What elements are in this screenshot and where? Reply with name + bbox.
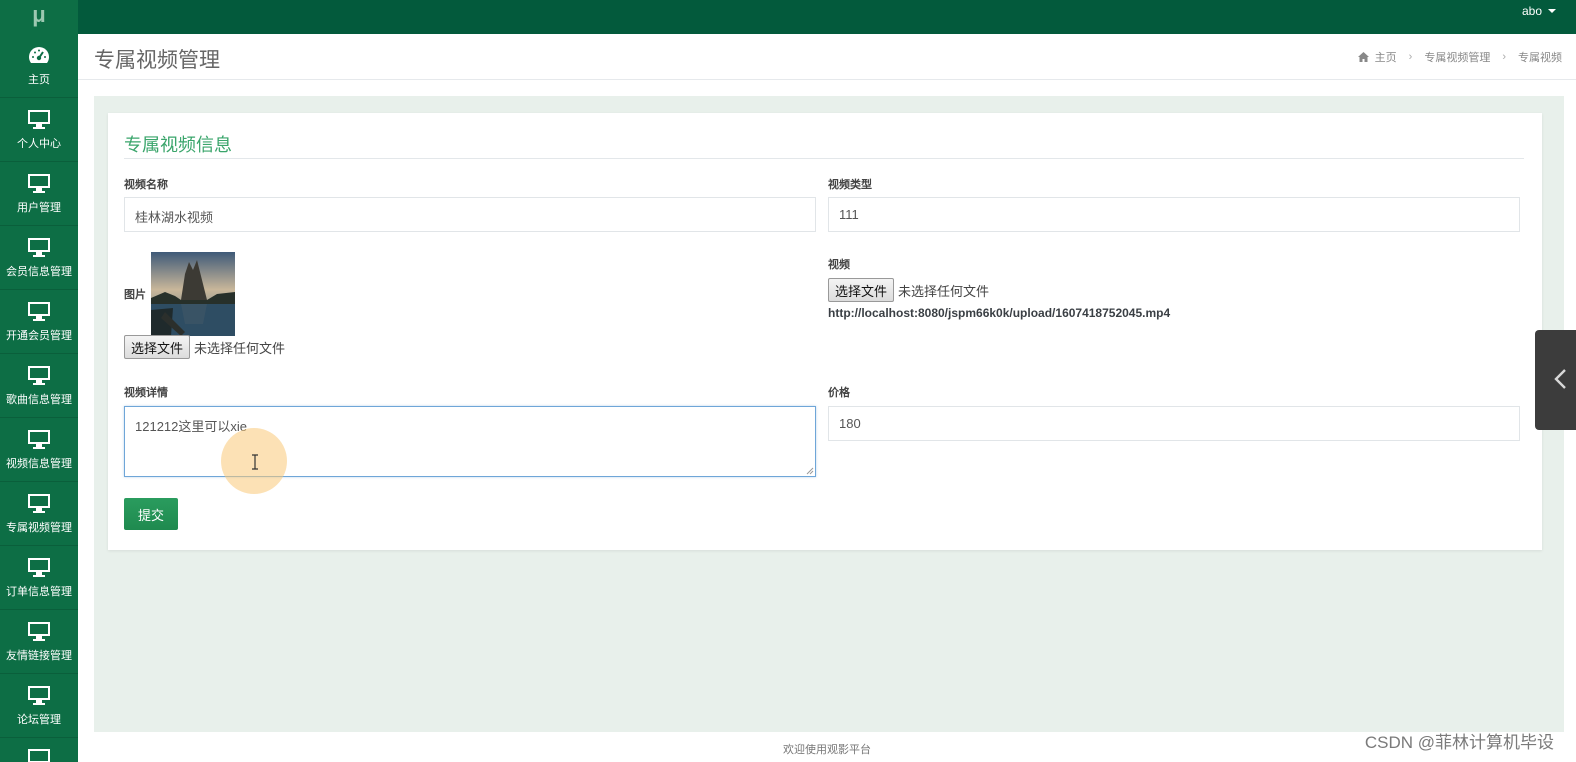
breadcrumb-separator-icon: › — [1502, 51, 1506, 63]
video-type-input[interactable]: 111 — [828, 197, 1520, 232]
breadcrumb-home[interactable]: 主页 — [1375, 49, 1397, 65]
monitor-icon — [28, 429, 50, 449]
monitor-icon — [28, 173, 50, 193]
top-navbar — [0, 0, 1576, 34]
footer: 欢迎使用观影平台 — [78, 738, 1576, 762]
monitor-icon — [28, 109, 50, 129]
monitor-icon — [28, 557, 50, 577]
video-choose-file-button[interactable]: 选择文件 — [828, 278, 895, 302]
sidebar-item-label: 专属视频管理 — [6, 521, 72, 534]
dashboard-icon — [29, 46, 49, 63]
resize-grip-icon[interactable] — [806, 467, 814, 475]
sidebar-item-video-info[interactable]: 视频信息管理 — [0, 418, 78, 482]
sidebar-item-label: 订单信息管理 — [6, 585, 72, 598]
sidebar-item-exclusive-video[interactable]: 专属视频管理 — [0, 482, 78, 546]
video-detail-label: 视频详情 — [124, 387, 168, 399]
app-logo[interactable]: μ — [0, 0, 78, 34]
page-title: 专属视频管理 — [94, 49, 220, 72]
user-menu[interactable]: abo — [1522, 4, 1556, 18]
sidebar-item-member-info[interactable]: 会员信息管理 — [0, 226, 78, 290]
user-name: abo — [1521, 4, 1542, 18]
price-label: 价格 — [828, 387, 850, 399]
image-file-picker[interactable]: 选择文件 未选择任何文件 — [124, 335, 285, 359]
sidebar-item-more[interactable] — [0, 738, 78, 762]
form-card: 专属视频信息 — [108, 113, 1542, 550]
video-name-label: 视频名称 — [124, 179, 168, 191]
watermark: CSDN @菲林计算机毕设 — [1364, 733, 1554, 752]
chevron-left-icon — [1554, 369, 1566, 389]
video-url: http://localhost:8080/jspm66k0k/upload/1… — [828, 306, 1171, 320]
breadcrumb-section[interactable]: 专属视频管理 — [1424, 49, 1490, 65]
video-label: 视频 — [828, 259, 850, 271]
video-name-input[interactable]: 桂林湖水视频 — [124, 197, 816, 232]
image-label: 图片 — [124, 289, 146, 301]
monitor-icon — [28, 685, 50, 705]
sidebar-item-label: 友情链接管理 — [6, 649, 72, 662]
image-no-file-text: 未选择任何文件 — [194, 340, 286, 356]
page-header: 专属视频管理 主页 › 专属视频管理 › 专属视频 — [78, 34, 1576, 80]
sidebar-item-label: 开通会员管理 — [6, 329, 72, 342]
sidebar: 主页 个人中心 用户管理 会员信息管理 开通会员管理 歌曲信息管理 视频信息管理… — [0, 34, 78, 762]
sidebar-item-forum[interactable]: 论坛管理 — [0, 674, 78, 738]
video-type-label: 视频类型 — [828, 179, 872, 191]
video-file-picker[interactable]: 选择文件 未选择任何文件 — [828, 278, 989, 302]
video-detail-text: 121212这里可以xie — [135, 419, 247, 434]
breadcrumb-separator-icon: › — [1408, 51, 1413, 63]
image-choose-file-button[interactable]: 选择文件 — [124, 335, 191, 359]
sidebar-item-song-info[interactable]: 歌曲信息管理 — [0, 354, 78, 418]
sidebar-item-label: 歌曲信息管理 — [6, 393, 72, 406]
sidebar-item-home[interactable]: 主页 — [0, 34, 78, 98]
side-panel-toggle[interactable] — [1535, 330, 1576, 430]
monitor-icon — [28, 621, 50, 641]
monitor-icon — [28, 365, 50, 385]
price-input[interactable]: 180 — [828, 406, 1520, 441]
sidebar-item-label: 主页 — [28, 73, 50, 86]
submit-button[interactable]: 提交 — [124, 498, 178, 530]
monitor-icon — [28, 301, 50, 321]
sidebar-item-label: 论坛管理 — [17, 713, 61, 726]
sidebar-item-label: 个人中心 — [17, 137, 61, 150]
video-no-file-text: 未选择任何文件 — [898, 283, 990, 299]
breadcrumb-current: 专属视频 — [1518, 52, 1562, 64]
sidebar-item-user-management[interactable]: 用户管理 — [0, 162, 78, 226]
text-cursor-icon — [252, 454, 258, 470]
monitor-icon — [28, 749, 50, 762]
monitor-icon — [28, 237, 50, 257]
sidebar-item-label: 用户管理 — [17, 201, 61, 214]
form-title: 专属视频信息 — [124, 135, 232, 155]
home-icon — [1357, 52, 1369, 62]
sidebar-item-label: 会员信息管理 — [6, 265, 72, 278]
sidebar-item-personal-center[interactable]: 个人中心 — [0, 98, 78, 162]
sidebar-item-friend-links[interactable]: 友情链接管理 — [0, 610, 78, 674]
sidebar-item-open-membership[interactable]: 开通会员管理 — [0, 290, 78, 354]
caret-down-icon — [1548, 9, 1556, 13]
sidebar-item-label: 视频信息管理 — [6, 457, 72, 470]
monitor-icon — [28, 493, 50, 513]
breadcrumb: 主页 › 专属视频管理 › 专属视频 — [1357, 49, 1562, 65]
image-preview — [151, 252, 235, 336]
divider — [124, 158, 1524, 159]
sidebar-item-order-info[interactable]: 订单信息管理 — [0, 546, 78, 610]
